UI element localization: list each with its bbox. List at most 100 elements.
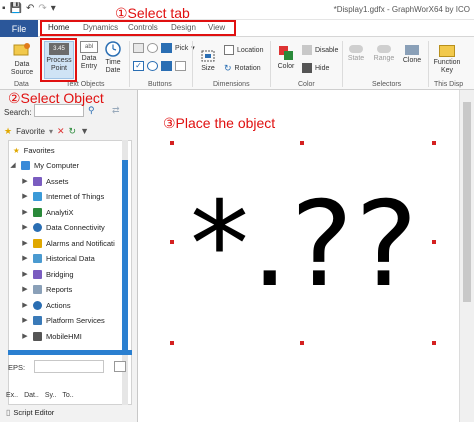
- collapsed-arrow-icon[interactable]: ▶: [21, 316, 29, 324]
- selection-handle[interactable]: [300, 341, 304, 345]
- process-point-object[interactable]: *.??: [190, 185, 420, 303]
- location-icon: [224, 45, 234, 55]
- clone-button[interactable]: Clone: [401, 45, 423, 65]
- favorites-dropdown-icon[interactable]: ▾: [49, 127, 53, 136]
- tree-item-analytix[interactable]: ▶ AnalytiX: [21, 205, 74, 219]
- collapsed-arrow-icon[interactable]: ▶: [21, 301, 29, 309]
- radio-button-icon[interactable]: [147, 43, 158, 53]
- canvas-vertical-scrollbar[interactable]: [459, 90, 474, 422]
- tree-item-alarms[interactable]: ▶ Alarms and Notificati: [21, 236, 115, 250]
- star-icon: ★: [13, 145, 20, 155]
- tree-item-mobilehmi[interactable]: ▶ MobileHMI: [21, 329, 82, 343]
- platform-services-icon: [33, 315, 42, 325]
- eps-browse-icon[interactable]: [114, 361, 126, 372]
- selection-handle[interactable]: [432, 341, 436, 345]
- state-button[interactable]: State: [346, 45, 366, 63]
- select-object-highlight: [40, 38, 77, 82]
- ribbon-separator: [270, 41, 271, 87]
- refresh-icon[interactable]: ↻: [69, 126, 77, 137]
- tree-item-assets[interactable]: ▶ Assets: [21, 174, 69, 188]
- listbox-icon[interactable]: [175, 61, 186, 71]
- tab-toolbox[interactable]: To..: [62, 392, 73, 399]
- bridging-icon: [33, 269, 42, 279]
- location-button[interactable]: Location: [224, 45, 263, 55]
- group-label-selectors: Selectors: [372, 81, 402, 88]
- data-entry-button[interactable]: abl Data Entry: [78, 41, 100, 71]
- expanded-arrow-icon[interactable]: ◢: [9, 161, 17, 169]
- tab-symbols[interactable]: Sy..: [45, 392, 57, 399]
- size-button[interactable]: Size: [197, 49, 219, 73]
- selection-handle[interactable]: [432, 141, 436, 145]
- function-key-button[interactable]: Function Key: [431, 45, 463, 75]
- filter-icon[interactable]: ▼: [80, 126, 89, 136]
- color-button[interactable]: Color: [275, 45, 297, 71]
- hide-icon: [302, 63, 312, 73]
- tree-item-data-connectivity[interactable]: ▶ Data Connectivity: [21, 220, 105, 234]
- tree-item-favorites[interactable]: ★ Favorites: [13, 143, 55, 157]
- iot-icon: [33, 191, 42, 201]
- redo-icon[interactable]: ↷: [38, 3, 46, 14]
- hide-button[interactable]: Hide: [302, 63, 329, 73]
- collapsed-arrow-icon[interactable]: ▶: [21, 239, 29, 247]
- tree-item-reports[interactable]: ▶ Reports: [21, 282, 72, 296]
- customize-icon[interactable]: ▾: [51, 3, 56, 14]
- collapsed-arrow-icon[interactable]: ▶: [21, 208, 29, 216]
- rotation-button[interactable]: ↻ Rotation: [224, 63, 261, 74]
- scrollbar-thumb[interactable]: [463, 102, 471, 302]
- toggle-icon[interactable]: [161, 61, 172, 71]
- collapsed-arrow-icon[interactable]: ▶: [21, 192, 29, 200]
- collapsed-arrow-icon[interactable]: ▶: [21, 177, 29, 185]
- time-date-button[interactable]: Time Date: [102, 41, 124, 75]
- ribbon-separator: [428, 41, 429, 87]
- data-source-button[interactable]: Data Source: [8, 41, 36, 77]
- collapsed-arrow-icon[interactable]: ▶: [21, 254, 29, 262]
- tree-item-my-computer[interactable]: ◢ My Computer: [9, 158, 79, 172]
- radio-icon[interactable]: [147, 61, 158, 71]
- pick-button[interactable]: Pick: [175, 45, 188, 52]
- tree-item-bridging[interactable]: ▶ Bridging: [21, 267, 74, 281]
- tree-horizontal-scrollbar[interactable]: [8, 350, 132, 355]
- pick-icon: [161, 43, 172, 53]
- select-tab-highlight: [40, 20, 236, 36]
- favorites-dropdown[interactable]: Favorite: [16, 127, 45, 136]
- state-icon: [349, 45, 363, 53]
- tab-file[interactable]: File: [0, 20, 38, 37]
- collapsed-arrow-icon[interactable]: ▶: [21, 270, 29, 278]
- function-key-icon: [439, 45, 455, 57]
- tree-item-platform-services[interactable]: ▶ Platform Services: [21, 313, 105, 327]
- selection-handle[interactable]: [170, 341, 174, 345]
- remove-icon[interactable]: ✕: [57, 126, 65, 137]
- historical-data-icon: [33, 253, 42, 263]
- annotation-select-tab: ①Select tab: [115, 5, 190, 21]
- selection-handle[interactable]: [432, 240, 436, 244]
- selection-handle[interactable]: [170, 240, 174, 244]
- sync-icon[interactable]: ⇄: [112, 105, 120, 116]
- collapsed-arrow-icon[interactable]: ▶: [21, 285, 29, 293]
- tab-data[interactable]: Dat..: [24, 392, 39, 399]
- disable-button[interactable]: Disable: [302, 45, 338, 55]
- mobile-icon: [33, 331, 42, 341]
- tree-item-internet-of-things[interactable]: ▶ Internet of Things: [21, 189, 104, 203]
- buttons-row-2: ✓: [133, 61, 186, 71]
- tree-item-actions[interactable]: ▶ Actions: [21, 298, 71, 312]
- selection-handle[interactable]: [170, 141, 174, 145]
- clone-icon: [405, 45, 419, 55]
- window-title: *Display1.gdfx - GraphWorX64 by ICO: [333, 5, 470, 14]
- button-shape-icon[interactable]: [133, 43, 144, 53]
- scrollbar-thumb[interactable]: [122, 160, 128, 350]
- script-editor-tab[interactable]: ▯ Script Editor: [6, 408, 54, 417]
- tab-explorer[interactable]: Ex..: [6, 392, 18, 399]
- quick-access-toolbar: ▪ 💾 ↶ ↷ ▾: [2, 3, 56, 14]
- tree-item-historical-data[interactable]: ▶ Historical Data: [21, 251, 95, 265]
- data-entry-icon: abl: [80, 41, 98, 53]
- undo-icon[interactable]: ↶: [26, 3, 34, 14]
- data-source-icon: [13, 43, 30, 56]
- save-icon[interactable]: 💾: [10, 3, 22, 14]
- range-button[interactable]: Range: [373, 45, 395, 63]
- collapsed-arrow-icon[interactable]: ▶: [21, 223, 29, 231]
- selection-handle[interactable]: [300, 141, 304, 145]
- eps-input[interactable]: [34, 360, 104, 373]
- group-label-this-display: This Disp: [434, 81, 464, 88]
- checkbox-icon[interactable]: ✓: [133, 61, 144, 71]
- collapsed-arrow-icon[interactable]: ▶: [21, 332, 29, 340]
